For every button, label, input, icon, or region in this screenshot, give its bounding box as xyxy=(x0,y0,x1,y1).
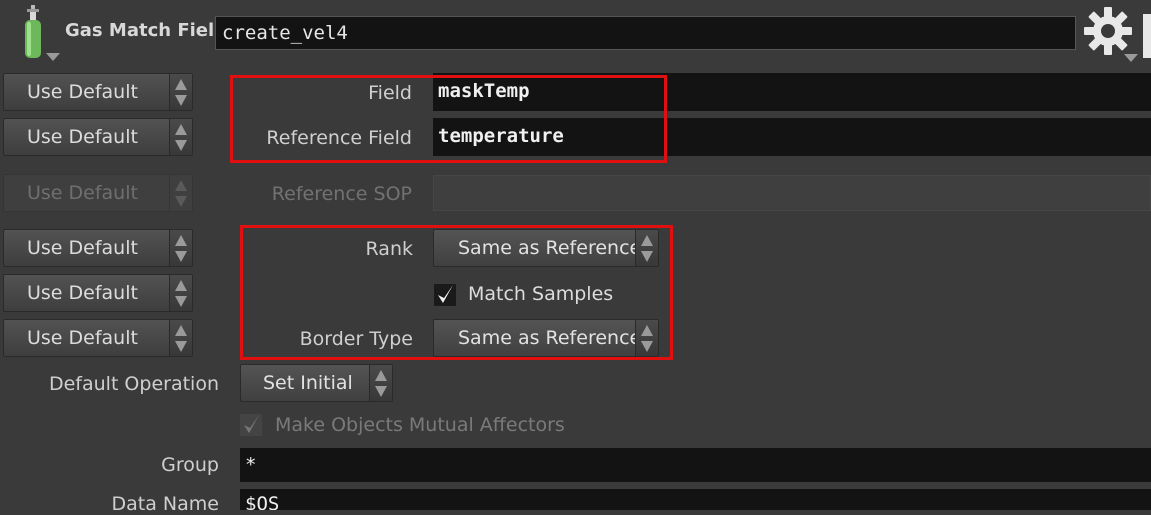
gear-icon[interactable] xyxy=(1082,5,1134,57)
use-default-label: Use Default xyxy=(27,327,138,349)
highlight-box-rank-border xyxy=(240,225,673,360)
use-default-label: Use Default xyxy=(27,237,138,259)
use-default-label: Use Default xyxy=(27,282,138,304)
group-input[interactable]: * xyxy=(240,448,1151,482)
match-samples-use-default-menu[interactable]: Use Default xyxy=(3,274,193,312)
updown-arrows-icon xyxy=(369,365,392,401)
default-operation-value: Set Initial xyxy=(263,372,353,394)
mutual-affectors-label: Make Objects Mutual Affectors xyxy=(275,414,565,436)
default-operation-menu[interactable]: Set Initial xyxy=(240,364,393,402)
use-default-label: Use Default xyxy=(27,126,138,148)
reference-sop-use-default-menu: Use Default xyxy=(3,174,193,212)
updown-arrows-icon xyxy=(169,74,192,110)
data-name-input[interactable]: $OS xyxy=(240,489,1151,510)
default-operation-label: Default Operation xyxy=(48,373,219,395)
updown-arrows-icon xyxy=(169,275,192,311)
help-book-icon[interactable] xyxy=(1143,14,1151,58)
checkmark-icon xyxy=(240,414,262,436)
reference-sop-input xyxy=(433,175,1151,211)
chevron-down-icon[interactable] xyxy=(46,53,60,61)
rank-use-default-menu[interactable]: Use Default xyxy=(3,229,193,267)
updown-arrows-icon xyxy=(169,119,192,155)
mutual-affectors-checkbox xyxy=(240,414,262,436)
highlight-box-fields xyxy=(230,75,667,163)
updown-arrows-icon xyxy=(169,230,192,266)
data-name-label: Data Name xyxy=(111,493,219,515)
reference-sop-label: Reference SOP xyxy=(271,183,412,205)
border-type-use-default-menu[interactable]: Use Default xyxy=(3,319,193,357)
chevron-down-icon[interactable] xyxy=(1124,54,1138,62)
gas-cylinder-icon[interactable] xyxy=(22,5,44,61)
updown-arrows-icon xyxy=(169,320,192,356)
node-type-title: Gas Match Field xyxy=(65,20,228,41)
field-use-default-menu[interactable]: Use Default xyxy=(3,73,193,111)
node-name-field[interactable]: create_vel4 xyxy=(215,16,1076,50)
updown-arrows-icon xyxy=(169,175,192,211)
use-default-label: Use Default xyxy=(27,182,138,204)
group-label: Group xyxy=(161,454,219,476)
use-default-label: Use Default xyxy=(27,81,138,103)
parameter-header: Gas Match Field create_vel4 xyxy=(0,0,1151,66)
reference-field-use-default-menu[interactable]: Use Default xyxy=(3,118,193,156)
